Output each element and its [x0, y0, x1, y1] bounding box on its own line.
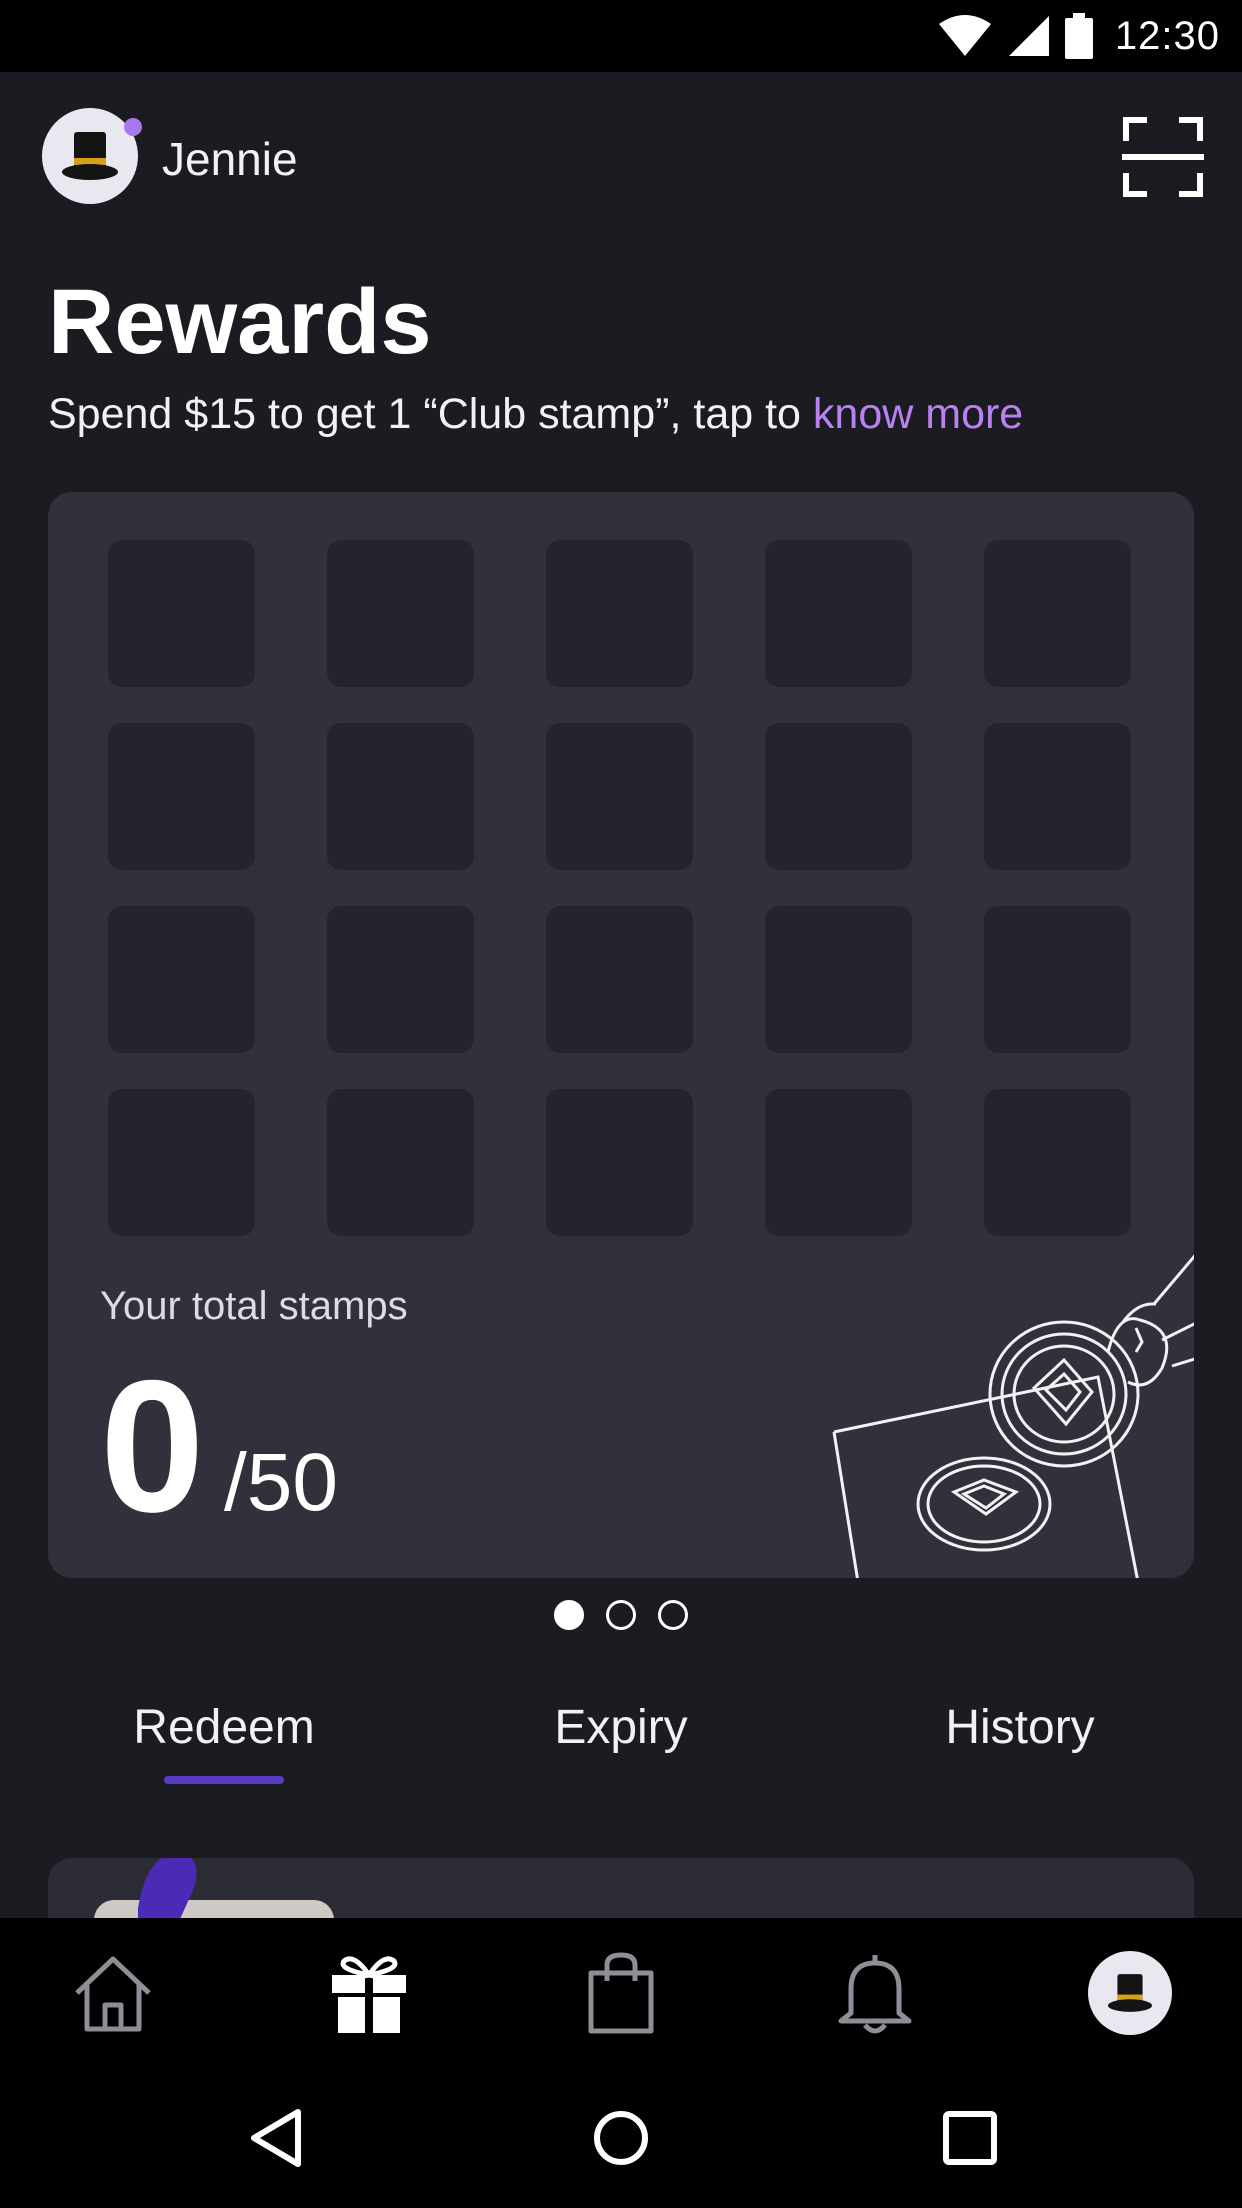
- top-hat-icon: [62, 132, 118, 180]
- stamp-slot: [546, 723, 693, 870]
- page-title: Rewards: [48, 271, 432, 373]
- home-icon: [75, 1956, 151, 2032]
- stamp-slot: [765, 906, 912, 1053]
- top-hat-icon: [1108, 1974, 1152, 2012]
- stamp-slot: [765, 723, 912, 870]
- pager-dot[interactable]: [658, 1600, 688, 1630]
- tab-expiry[interactable]: Expiry: [471, 1700, 771, 1755]
- subtitle-text: Spend $15 to get 1 “Club stamp”, tap to: [48, 390, 813, 438]
- stamp-grid: [108, 540, 1132, 1236]
- pager-dot[interactable]: [606, 1600, 636, 1630]
- stamp-slot: [765, 540, 912, 687]
- stamp-slot: [108, 723, 255, 870]
- total-stamps-max: /50: [224, 1437, 338, 1528]
- active-tab-indicator: [164, 1776, 284, 1784]
- home-circle-icon[interactable]: [591, 2108, 651, 2168]
- battery-icon: [1064, 13, 1093, 59]
- stamp-slot: [984, 906, 1131, 1053]
- nav-notifications[interactable]: [830, 1948, 920, 2038]
- user-avatar[interactable]: [42, 108, 138, 204]
- bottom-navigation: [0, 1918, 1242, 2068]
- tab-history[interactable]: History: [870, 1700, 1170, 1755]
- stamp-slot: [327, 540, 474, 687]
- status-bar: 12:30: [0, 0, 1242, 72]
- cellular-signal-icon: [1008, 16, 1049, 56]
- nav-rewards[interactable]: [324, 1948, 414, 2038]
- stamp-slot: [984, 723, 1131, 870]
- stamp-slot: [327, 906, 474, 1053]
- rubber-stamp-illustration: [832, 1254, 1194, 1578]
- stamp-slot: [108, 906, 255, 1053]
- tab-redeem[interactable]: Redeem: [74, 1700, 374, 1755]
- stamp-slot: [108, 540, 255, 687]
- notification-dot: [124, 118, 142, 136]
- user-name[interactable]: Jennie: [162, 132, 298, 186]
- know-more-link[interactable]: know more: [813, 390, 1023, 438]
- rewards-tabs: Redeem Expiry History: [0, 1690, 1242, 1800]
- card-pager[interactable]: [554, 1600, 688, 1630]
- profile-avatar-icon: [1088, 1951, 1172, 2035]
- wifi-icon: [938, 15, 991, 56]
- system-navigation-bar: [0, 2068, 1242, 2208]
- total-stamps-count: 0: [100, 1341, 205, 1551]
- nav-home[interactable]: [68, 1948, 158, 2038]
- stamp-slot: [327, 723, 474, 870]
- nav-profile[interactable]: [1085, 1948, 1175, 2038]
- status-time: 12:30: [1114, 13, 1220, 58]
- total-stamps-label: Your total stamps: [100, 1284, 408, 1328]
- nav-shop[interactable]: [576, 1948, 666, 2038]
- stamp-slot: [546, 1089, 693, 1236]
- stamp-slot: [108, 1089, 255, 1236]
- pager-dot[interactable]: [554, 1600, 584, 1630]
- back-icon[interactable]: [246, 2108, 306, 2168]
- recent-apps-icon[interactable]: [940, 2108, 1000, 2168]
- stamp-slot: [546, 540, 693, 687]
- stamp-slot: [546, 906, 693, 1053]
- stamp-slot: [984, 540, 1131, 687]
- rewards-screen: 12:30 Jennie Rewards Spend $15 to get 1 …: [0, 0, 1242, 2208]
- stamp-card[interactable]: Your total stamps 0 /50: [48, 492, 1194, 1578]
- bell-icon: [838, 1955, 912, 2034]
- shopping-bag-icon: [588, 1952, 654, 2034]
- stamp-slot: [327, 1089, 474, 1236]
- rewards-subtitle: Spend $15 to get 1 “Club stamp”, tap to …: [48, 390, 1023, 439]
- scan-frame-icon[interactable]: [1122, 116, 1204, 198]
- gift-icon: [332, 1956, 406, 2033]
